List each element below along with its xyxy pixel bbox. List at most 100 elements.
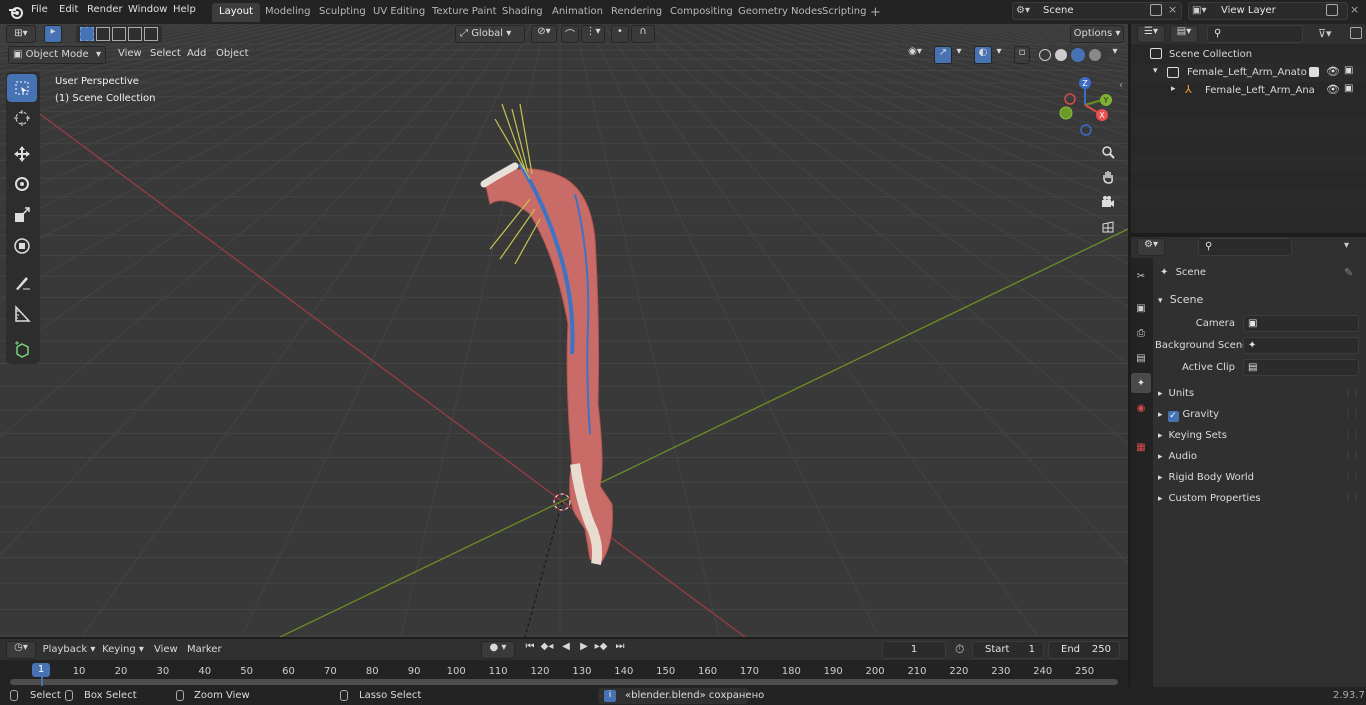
zoom-view-icon[interactable] — [1097, 141, 1119, 163]
menu-render[interactable]: Render — [87, 4, 123, 15]
output-tab-icon[interactable]: ⎙ — [1131, 323, 1151, 343]
pan-view-icon[interactable] — [1097, 166, 1119, 188]
add-workspace-icon[interactable]: + — [870, 5, 882, 20]
workspace-tab-compositing[interactable]: Compositing — [663, 3, 740, 22]
drag-handle-icon[interactable]: ⋮⋮ — [1344, 409, 1360, 418]
wireframe-shading-icon[interactable] — [1039, 49, 1051, 61]
blender-logo-icon[interactable] — [8, 4, 24, 20]
proportional-edit-icon[interactable]: • — [611, 25, 629, 43]
section-custom-properties[interactable]: ▸ Custom Properties ⋮⋮ — [1158, 493, 1360, 504]
remove-scene-icon[interactable]: × — [1168, 3, 1177, 16]
section-keying-sets[interactable]: ▸ Keying Sets ⋮⋮ — [1158, 430, 1360, 441]
shading-mode-buttons[interactable] — [1036, 46, 1108, 64]
play-icon[interactable]: ▶ — [576, 641, 592, 659]
mode-extend-icon[interactable] — [96, 27, 110, 41]
drag-handle-icon[interactable]: ⋮⋮ — [1344, 451, 1360, 460]
cursor-tool[interactable] — [7, 104, 37, 132]
overlay-toggle-icon[interactable]: ◐ — [974, 46, 992, 64]
playback-dropdown[interactable]: Playback ▾ — [42, 641, 96, 659]
xray-toggle-icon[interactable]: ▫ — [1014, 46, 1030, 64]
snap-target-dropdown[interactable]: ⋮▾ — [581, 25, 605, 43]
world-tab-icon[interactable]: ◉ — [1131, 398, 1151, 418]
exclude-checkbox[interactable] — [1309, 67, 1319, 77]
ortho-toggle-icon[interactable] — [1097, 216, 1119, 238]
scene-panel-header[interactable]: ▾ Scene — [1158, 293, 1360, 311]
section-audio[interactable]: ▸ Audio ⋮⋮ — [1158, 451, 1360, 462]
mode-subtract-icon[interactable] — [112, 27, 126, 41]
menu-window[interactable]: Window — [128, 4, 167, 15]
neg-y-axis-icon[interactable] — [1059, 106, 1073, 120]
eye-icon[interactable]: 👁 — [1326, 83, 1340, 96]
select-box-tool[interactable] — [7, 74, 37, 102]
properties-options-icon[interactable]: ▾ — [1344, 240, 1349, 251]
menu-help[interactable]: Help — [173, 4, 196, 15]
timeline-menu-view[interactable]: View — [154, 644, 178, 655]
timeline-editor-type-button[interactable]: ◷▾ — [6, 641, 36, 659]
workspace-tab-animation[interactable]: Animation — [545, 3, 610, 22]
outliner-search-input[interactable]: ⚲ — [1207, 25, 1303, 43]
measure-tool[interactable] — [7, 300, 37, 328]
view-layer-tab-icon[interactable]: ▤ — [1131, 348, 1151, 368]
jump-end-icon[interactable]: ⏭ — [612, 641, 628, 659]
new-collection-icon[interactable] — [1350, 27, 1362, 39]
arm-model[interactable] — [480, 103, 613, 565]
rotate-tool[interactable] — [7, 170, 37, 198]
drag-handle-icon[interactable]: ⋮⋮ — [1344, 430, 1360, 439]
section-rigid-body-world[interactable]: ▸ Rigid Body World ⋮⋮ — [1158, 472, 1360, 483]
transform-orientation-dropdown[interactable]: ⤢ Global ▾ — [455, 25, 525, 43]
gravity-checkbox[interactable]: ✓ — [1167, 411, 1179, 422]
gizmo-toggle-icon[interactable]: ↗ — [934, 46, 952, 64]
jump-keyframe-back-icon[interactable]: ◆◂ — [539, 641, 555, 659]
expand-arrow-icon[interactable]: ▾ — [1153, 66, 1158, 76]
view-layer-selector[interactable]: View Layer — [1188, 2, 1348, 20]
mode-difference-icon[interactable] — [128, 27, 142, 41]
navigation-gizmo[interactable]: Z Y X — [1052, 72, 1118, 138]
neg-x-axis-icon[interactable] — [1064, 93, 1076, 105]
section-gravity[interactable]: ▸ ✓ Gravity ⋮⋮ — [1158, 409, 1360, 422]
outliner-editor-type-button[interactable]: ☰▾ — [1137, 25, 1165, 43]
drag-handle-icon[interactable]: ⋮⋮ — [1344, 472, 1360, 481]
select-tool-icon[interactable]: ▸ — [44, 25, 62, 43]
sidebar-toggle-icon[interactable]: ‹ — [1119, 80, 1123, 91]
new-scene-icon[interactable] — [1150, 4, 1162, 16]
pin-icon[interactable]: ✎ — [1344, 266, 1353, 279]
new-view-layer-icon[interactable] — [1326, 4, 1338, 16]
timeline-menu-marker[interactable]: Marker — [187, 644, 222, 655]
workspace-tab-shading[interactable]: Shading — [495, 3, 550, 22]
transform-tool[interactable] — [7, 232, 37, 260]
tool-tab-icon[interactable]: ✂ — [1131, 266, 1151, 286]
workspace-tab-texture-paint[interactable]: Texture Paint — [425, 3, 504, 22]
workspace-tab-rendering[interactable]: Rendering — [604, 3, 669, 22]
jump-keyframe-forward-icon[interactable]: ▸◆ — [593, 641, 609, 659]
properties-editor-type-button[interactable]: ⚙▾ — [1137, 238, 1165, 256]
pivot-point-dropdown[interactable]: ⊘▾ — [531, 25, 557, 43]
active-clip-field[interactable]: ▤ — [1243, 359, 1359, 376]
visibility-dropdown[interactable]: ◉▾ — [902, 46, 928, 64]
viewport-menu-view[interactable]: View — [118, 48, 142, 59]
mode-set-icon[interactable] — [80, 27, 94, 41]
material-shading-icon[interactable] — [1071, 48, 1085, 62]
section-units[interactable]: ▸ Units ⋮⋮ — [1158, 388, 1360, 399]
neg-z-axis-icon[interactable] — [1080, 124, 1092, 136]
3d-viewport[interactable] — [0, 24, 1128, 637]
camera-render-icon[interactable]: ▣ — [1344, 65, 1353, 76]
play-reverse-icon[interactable]: ◀ — [558, 641, 574, 659]
selection-mode-buttons[interactable] — [76, 25, 162, 43]
workspace-tab-modeling[interactable]: Modeling — [258, 3, 318, 22]
workspace-tab-scripting[interactable]: Scripting — [815, 3, 873, 22]
outliner-collection-row[interactable]: ▾ Female_Left_Arm_Anatomy_ 👁 ▣ — [1131, 64, 1366, 82]
editor-type-button[interactable]: ⊞▾ — [6, 25, 36, 43]
mode-intersect-icon[interactable] — [144, 27, 158, 41]
annotate-tool[interactable] — [7, 269, 37, 297]
drag-handle-icon[interactable]: ⋮⋮ — [1344, 493, 1360, 502]
object-mode-dropdown[interactable]: ▣ Object Mode ▾ — [8, 46, 106, 64]
texture-tab-icon[interactable]: ▦ — [1131, 437, 1151, 457]
snap-toggle-icon[interactable]: ⌒ — [561, 25, 579, 43]
expand-arrow-icon[interactable]: ▸ — [1171, 84, 1176, 94]
keying-dropdown[interactable]: Keying ▾ — [100, 641, 146, 659]
move-tool[interactable] — [7, 140, 37, 168]
timeline-scrollbar[interactable] — [10, 679, 1118, 685]
viewport-menu-select[interactable]: Select — [150, 48, 181, 59]
display-mode-dropdown[interactable]: ▤▾ — [1170, 25, 1198, 43]
background-scene-field[interactable]: ✦ — [1243, 337, 1359, 354]
